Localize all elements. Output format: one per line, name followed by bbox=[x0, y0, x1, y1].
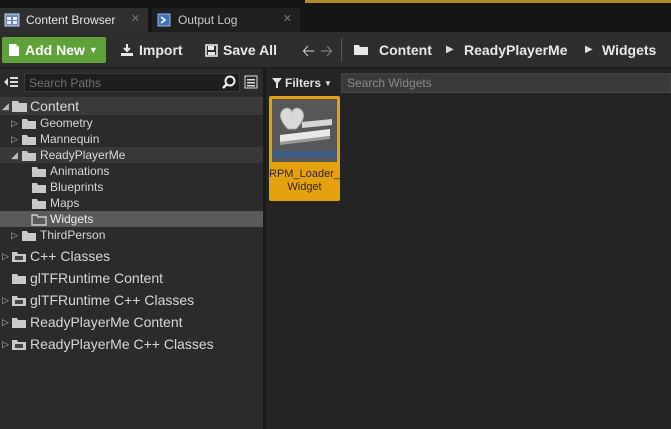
tree-item-thirdperson[interactable]: ▷ ThirdPerson bbox=[0, 227, 263, 243]
filter-icon bbox=[272, 78, 282, 88]
save-all-button[interactable]: Save All bbox=[205, 37, 277, 63]
folder-icon bbox=[21, 229, 37, 247]
tree-item-label: ReadyPlayerMe Content bbox=[30, 314, 183, 330]
tree-item-label: Animations bbox=[50, 164, 110, 178]
sources-panel: Search Paths ◢ Content ▷ Geometry ▷ Mann… bbox=[0, 69, 263, 429]
search-paths-placeholder: Search Paths bbox=[29, 75, 102, 90]
search-widgets-placeholder: Search Widgets bbox=[347, 76, 432, 90]
save-all-label: Save All bbox=[223, 42, 277, 58]
tab-bar-accent bbox=[305, 0, 671, 3]
search-icon[interactable] bbox=[221, 74, 237, 90]
tree-item-blueprints[interactable]: Blueprints bbox=[0, 179, 263, 195]
breadcrumb-readyplayerme[interactable]: ReadyPlayerMe bbox=[464, 37, 568, 63]
search-widgets-input[interactable]: Search Widgets bbox=[341, 73, 671, 93]
tree-item-cpp-classes[interactable]: ▷ C++ Classes bbox=[0, 246, 263, 266]
expanded-arrow-icon[interactable]: ◢ bbox=[2, 101, 9, 112]
save-icon bbox=[205, 43, 218, 57]
filters-button[interactable]: Filters ▼ bbox=[272, 73, 332, 93]
chevron-down-icon: ▼ bbox=[88, 45, 98, 55]
breadcrumb-content[interactable]: Content bbox=[379, 37, 432, 63]
close-icon[interactable]: ✕ bbox=[283, 12, 292, 25]
tree-item-label: Content bbox=[30, 98, 80, 114]
cpp-folder-icon bbox=[11, 250, 27, 268]
collapsed-arrow-icon[interactable]: ▷ bbox=[11, 134, 18, 145]
collapsed-arrow-icon[interactable]: ▷ bbox=[2, 295, 9, 306]
tree-item-label: Widgets bbox=[50, 212, 94, 226]
cpp-folder-icon bbox=[11, 294, 27, 312]
collapse-sources-icon[interactable] bbox=[3, 74, 19, 90]
tree-item-widgets[interactable]: Widgets bbox=[0, 211, 263, 227]
back-arrow-icon[interactable]: 🡠 bbox=[302, 40, 315, 67]
new-file-icon bbox=[8, 43, 20, 57]
tree-item-mannequin[interactable]: ▷ Mannequin bbox=[0, 131, 263, 147]
tree-item-label: Mannequin bbox=[40, 132, 100, 146]
breadcrumb-widgets[interactable]: Widgets bbox=[602, 37, 656, 63]
folder-icon bbox=[11, 272, 27, 290]
import-button[interactable]: Import bbox=[120, 37, 183, 63]
breadcrumb-separator-icon: ▶ bbox=[585, 44, 593, 55]
add-new-button[interactable]: Add New ▼ bbox=[2, 37, 106, 63]
output-log-icon bbox=[156, 13, 172, 27]
forward-arrow-icon[interactable]: 🡢 bbox=[320, 40, 333, 67]
import-icon bbox=[120, 43, 134, 57]
tree-item-label: glTFRuntime Content bbox=[30, 270, 164, 286]
tab-label: Content Browser bbox=[26, 13, 116, 27]
collapsed-arrow-icon[interactable]: ▷ bbox=[2, 251, 9, 262]
tree-item-label: glTFRuntime C++ Classes bbox=[30, 292, 195, 308]
add-new-label: Add New bbox=[25, 42, 85, 58]
search-paths-input[interactable]: Search Paths bbox=[24, 73, 240, 92]
tree-item-geometry[interactable]: ▷ Geometry bbox=[0, 115, 263, 131]
tree-item-label: Blueprints bbox=[50, 180, 104, 194]
cpp-folder-icon bbox=[11, 338, 27, 356]
expanded-arrow-icon[interactable]: ◢ bbox=[11, 150, 18, 161]
tree-item-readyplayerme[interactable]: ◢ ReadyPlayerMe bbox=[0, 147, 263, 163]
tab-label: Output Log bbox=[178, 13, 238, 27]
asset-name: RPM_Loader_ Widget bbox=[269, 168, 340, 194]
breadcrumb-separator-icon: ▶ bbox=[446, 44, 454, 55]
tree-item-label: ThirdPerson bbox=[40, 228, 106, 242]
tree-item-label: C++ Classes bbox=[30, 248, 111, 264]
tree-item-label: ReadyPlayerMe C++ Classes bbox=[30, 336, 214, 352]
collapsed-arrow-icon[interactable]: ▷ bbox=[2, 317, 9, 328]
tab-output-log[interactable]: Output Log ✕ bbox=[152, 8, 300, 32]
asset-tile[interactable]: RPM_Loader_ Widget bbox=[269, 96, 340, 201]
tree-item-readyplayerme-content[interactable]: ▷ ReadyPlayerMe Content bbox=[0, 312, 263, 332]
asset-view-panel: Filters ▼ Search Widgets RPM_Loader_ Wid… bbox=[266, 69, 671, 429]
content-browser-icon bbox=[4, 13, 20, 27]
tree-item-gltfruntime-cpp-classes[interactable]: ▷ glTFRuntime C++ Classes bbox=[0, 290, 263, 310]
import-label: Import bbox=[139, 42, 183, 58]
collapsed-arrow-icon[interactable]: ▷ bbox=[2, 339, 9, 350]
asset-name-line1: RPM_Loader_ bbox=[269, 168, 340, 180]
tree-item-maps[interactable]: Maps bbox=[0, 195, 263, 211]
tree-item-animations[interactable]: Animations bbox=[0, 163, 263, 179]
tab-bar: Content Browser ✕ Output Log ✕ bbox=[0, 0, 671, 32]
tree-item-label: Geometry bbox=[40, 116, 93, 130]
toolbar-divider bbox=[341, 38, 342, 62]
tree-item-label: Maps bbox=[50, 196, 80, 210]
chevron-down-icon: ▼ bbox=[324, 78, 332, 88]
widget-blueprint-icon bbox=[272, 99, 337, 162]
filters-label: Filters bbox=[285, 76, 322, 90]
toolbar: Add New ▼ Import Save All 🡠 🡢 Content ▶ … bbox=[0, 32, 671, 68]
tree-item-gltfruntime-content[interactable]: glTFRuntime Content bbox=[0, 268, 263, 288]
tree-item-label: ReadyPlayerMe bbox=[40, 148, 126, 162]
tab-content-browser[interactable]: Content Browser ✕ bbox=[0, 8, 148, 32]
view-options-icon[interactable] bbox=[243, 74, 259, 90]
collapsed-arrow-icon[interactable]: ▷ bbox=[11, 230, 18, 241]
folder-icon bbox=[11, 316, 27, 334]
tree-item-content[interactable]: ◢ Content bbox=[0, 97, 263, 115]
close-icon[interactable]: ✕ bbox=[131, 12, 140, 25]
tree-item-readyplayerme-cpp-classes[interactable]: ▷ ReadyPlayerMe C++ Classes bbox=[0, 334, 263, 354]
asset-thumbnail bbox=[272, 99, 337, 162]
folder-open-icon bbox=[353, 43, 369, 62]
collapsed-arrow-icon[interactable]: ▷ bbox=[11, 118, 18, 129]
asset-name-line2: Widget bbox=[287, 181, 322, 193]
